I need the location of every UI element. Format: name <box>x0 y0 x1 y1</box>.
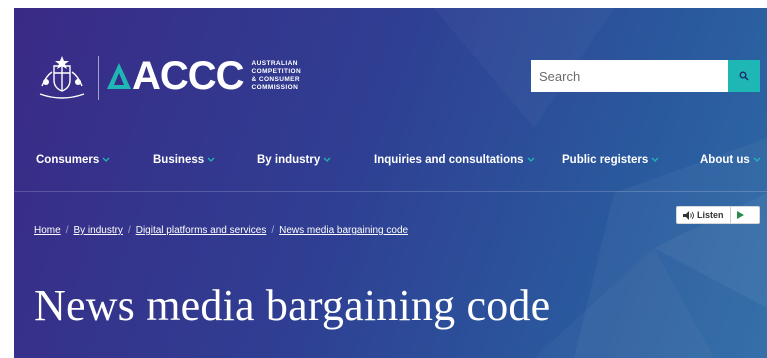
chevron-down-icon <box>102 157 110 162</box>
nav-item-public-registers[interactable]: Public registers <box>562 154 659 166</box>
nav-item-by-industry[interactable]: By industry <box>257 154 331 166</box>
chevron-down-icon <box>651 157 659 162</box>
breadcrumb-by-industry[interactable]: By industry <box>73 225 122 236</box>
breadcrumb-home[interactable]: Home <box>34 225 61 236</box>
nav-item-about-us[interactable]: About us <box>700 154 761 166</box>
listen-widget: Listen <box>676 206 760 224</box>
search-bar <box>531 60 760 92</box>
speaker-icon <box>683 210 694 220</box>
logo-subtitle: AUSTRALIAN COMPETITION & CONSUMER COMMIS… <box>251 60 302 91</box>
accc-logo[interactable]: ACCC AUSTRALIAN COMPETITION & CONSUMER C… <box>106 52 310 100</box>
listen-button[interactable]: Listen <box>677 207 730 223</box>
breadcrumb-current[interactable]: News media bargaining code <box>279 225 408 236</box>
search-input[interactable] <box>531 60 728 92</box>
chevron-down-icon <box>753 157 761 162</box>
accc-logo-mark <box>107 63 131 89</box>
coat-of-arms-icon <box>39 56 85 99</box>
search-icon <box>739 71 749 81</box>
chevron-down-icon <box>527 157 534 162</box>
logo-divider <box>98 56 99 100</box>
main-nav: Consumers Business By industry Inquiries… <box>14 154 767 174</box>
nav-divider <box>14 191 767 192</box>
breadcrumb-separator: / <box>271 225 275 236</box>
play-icon <box>737 211 745 219</box>
play-button[interactable] <box>731 207 751 223</box>
chevron-down-icon <box>207 157 215 162</box>
nav-item-inquiries[interactable]: Inquiries and consultations <box>374 154 535 166</box>
breadcrumb-separator: / <box>127 225 131 236</box>
nav-item-consumers[interactable]: Consumers <box>36 154 110 166</box>
breadcrumb: Home / By industry / Digital platforms a… <box>34 225 408 236</box>
page-title: News media bargaining code <box>34 281 551 330</box>
nav-item-business[interactable]: Business <box>153 154 215 166</box>
breadcrumb-digital-platforms[interactable]: Digital platforms and services <box>136 225 267 236</box>
breadcrumb-separator: / <box>65 225 69 236</box>
page-header: ACCC AUSTRALIAN COMPETITION & CONSUMER C… <box>14 8 767 358</box>
chevron-down-icon <box>323 157 331 162</box>
logo-text: ACCC <box>132 54 245 98</box>
search-button[interactable] <box>728 60 760 92</box>
